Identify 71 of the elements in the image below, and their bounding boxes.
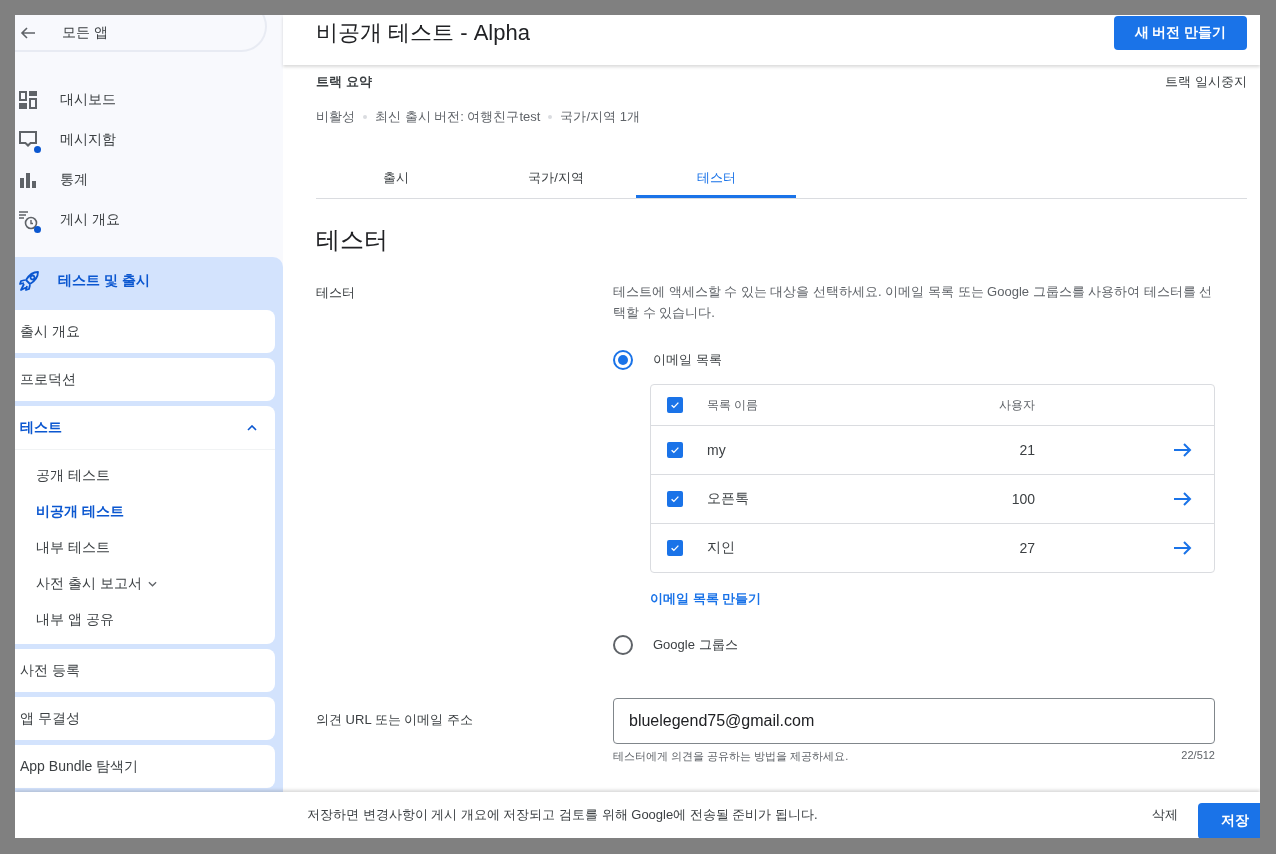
tab[interactable]: 테스터 [636,161,796,198]
radio-label: Google 그룹스 [653,636,738,654]
submenu-item[interactable]: 사전 출시 보고서 [15,566,275,602]
delete-button[interactable]: 삭제 [1132,806,1198,824]
helper-text: 테스터에게 의견을 공유하는 방법을 제공하세요. [613,749,849,764]
section-heading: 테스터 [316,225,389,255]
meta-text: 최신 출시 버전: 여행친구test [375,108,541,126]
checkbox[interactable] [667,491,683,507]
meta-text: 국가/지역 1개 [560,108,640,126]
column-header: 목록 이름 [707,396,760,414]
radio-button[interactable] [613,350,633,370]
radio-label: 이메일 목록 [653,351,722,369]
nav-item[interactable]: 대시보드 [15,80,283,120]
save-notice: 저장하면 변경사항이 게시 개요에 저장되고 검토를 위해 Google에 전송될 준비가 됩니다. [307,806,819,824]
inbox-icon [18,130,38,150]
page-title: 비공개 테스트 - Alpha [316,19,530,47]
table-cell-text: 100 [1010,491,1035,507]
table-cell-text: 21 [1018,442,1035,458]
dashboard-icon [18,90,38,110]
submenu-item[interactable]: 내부 앱 공유 [15,602,275,638]
tab[interactable]: 출시 [316,161,476,198]
all-apps-button[interactable]: 모든 앱 [15,15,267,52]
create-list-link[interactable]: 이메일 목록 만들기 [650,590,762,608]
arrow-right-icon[interactable] [1174,492,1192,506]
schedule-list-icon [18,210,38,230]
menu-item[interactable]: App Bundle 탐색기 [15,745,275,788]
arrow-right-icon[interactable] [1174,443,1192,457]
nav-label: 대시보드 [60,91,116,109]
separator-dot [548,115,553,119]
rocket-icon [18,270,40,292]
submenu-item[interactable]: 내부 테스트 [15,530,275,566]
field-label: 의견 URL 또는 이메일 주소 [316,711,474,729]
field-label: 테스터 [316,284,356,302]
nav-label: 메시지함 [60,131,116,149]
submenu-item[interactable]: 공개 테스트 [15,458,275,494]
feedback-input[interactable]: bluelegend75@gmail.com [613,698,1215,744]
nav-item[interactable]: 게시 개요 [15,200,283,240]
separator-dot [363,115,367,119]
checkbox[interactable] [667,397,683,413]
save-button[interactable]: 저장 [1198,803,1260,838]
table-cell-text: 오픈톡 [707,490,750,508]
menu-item[interactable]: 프로덕션 [15,358,275,401]
tab[interactable]: 국가/지역 [476,161,636,198]
back-arrow-icon [20,24,36,41]
radio-button[interactable] [613,635,633,655]
table-cell-text: 27 [1018,540,1035,556]
arrow-right-icon[interactable] [1174,541,1192,555]
bar-chart-icon [18,170,38,190]
menu-item[interactable]: 사전 등록 [15,649,275,692]
submenu-item[interactable]: 비공개 테스트 [15,494,275,530]
checkbox[interactable] [667,442,683,458]
column-header: 사용자 [998,396,1035,414]
nav-label: 게시 개요 [60,211,120,229]
group-header[interactable]: 테스트 [15,406,275,450]
nav-label: 통계 [60,171,88,189]
summary-title: 트랙 요약 [316,73,372,91]
menu-item[interactable]: 앱 무결성 [15,697,275,740]
meta-text: 비활성 [316,108,355,126]
pause-track-link[interactable]: 트랙 일시중지 [1165,73,1247,91]
create-release-button[interactable]: 새 버전 만들기 [1114,16,1247,50]
section-header[interactable]: 테스트 및 출시 [15,257,283,305]
table-cell-text: my [707,442,727,458]
nav-item[interactable]: 통계 [15,160,283,200]
chevron-down-icon [147,581,157,587]
table-cell-text: 지인 [707,539,736,557]
chevron-icon [247,424,257,431]
menu-item[interactable]: 출시 개요 [15,310,275,353]
character-counter: 22/512 [1181,749,1215,763]
description: 테스트에 액세스할 수 있는 대상을 선택하세요. 이메일 목록 또는 Google 그룹스를 사용하여 테스터를 선택할 수 있습니다. [613,283,1214,322]
checkbox[interactable] [667,540,683,556]
nav-item[interactable]: 메시지함 [15,120,283,160]
